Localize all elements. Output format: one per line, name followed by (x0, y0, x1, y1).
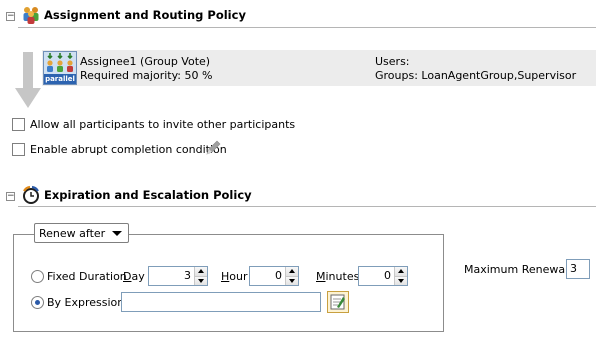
participant-name: Assignee1 (Group Vote) (80, 55, 211, 68)
expiration-section-title: Expiration and Escalation Policy (44, 188, 252, 202)
abrupt-completion-label: Enable abrupt completion condition (30, 143, 227, 156)
expiration-clock-icon (21, 185, 41, 205)
expression-builder-icon (330, 294, 345, 310)
renew-dropdown-label: Renew after (39, 226, 106, 240)
by-expression-label: By Expression (47, 296, 125, 309)
fixed-duration-label: Fixed Duration (47, 270, 127, 283)
hour-value: 0 (275, 269, 282, 282)
flow-down-arrow-icon (13, 52, 43, 110)
parallel-badge: parallel (44, 74, 76, 84)
participant-users: Users: (375, 55, 410, 68)
allow-invite-checkbox[interactable] (12, 118, 25, 131)
people-group-icon (21, 5, 41, 25)
collapse-expiration-icon[interactable]: − (6, 192, 15, 201)
minutes-spinner[interactable]: 0 (358, 266, 408, 286)
abrupt-completion-checkbox[interactable] (12, 143, 25, 156)
chevron-down-icon (112, 230, 123, 236)
max-renewals-label: Maximum Renewals: (464, 263, 578, 276)
allow-invite-label: Allow all participants to invite other p… (30, 118, 296, 131)
participant-groups: Groups: LoanAgentGroup,Supervisor (375, 69, 577, 82)
day-increment-icon[interactable] (195, 267, 207, 276)
day-value: 3 (184, 269, 191, 282)
day-label-rest: ay (131, 270, 145, 283)
minutes-label: Minutes (316, 270, 360, 283)
expression-input[interactable] (121, 292, 321, 312)
participant-majority: Required majority: 50 % (80, 69, 213, 82)
radio-selected-dot (35, 300, 40, 305)
minutes-increment-icon[interactable] (395, 267, 407, 276)
day-spinner[interactable]: 3 (148, 266, 208, 286)
hour-increment-icon[interactable] (286, 267, 298, 276)
expiration-divider (18, 206, 596, 207)
minutes-decrement-icon[interactable] (395, 275, 407, 285)
day-decrement-icon[interactable] (195, 275, 207, 285)
by-expression-radio[interactable] (31, 296, 44, 309)
edit-pencil-icon[interactable] (204, 139, 222, 157)
max-renewals-input[interactable]: 3 (566, 259, 590, 279)
minutes-label-rest: inutes (325, 270, 360, 283)
renew-dropdown[interactable]: Renew after (34, 223, 130, 243)
group-vote-icon: parallel (43, 51, 77, 85)
collapse-assignment-icon[interactable]: − (6, 12, 15, 21)
hour-label: Hour (221, 270, 248, 283)
day-label: Day (123, 270, 145, 283)
hour-decrement-icon[interactable] (286, 275, 298, 285)
hour-label-rest: our (229, 270, 248, 283)
assignment-divider (18, 27, 596, 28)
minutes-value: 0 (384, 269, 391, 282)
fixed-duration-radio[interactable] (31, 270, 44, 283)
assignment-section-title: Assignment and Routing Policy (44, 8, 246, 22)
expression-builder-button[interactable] (327, 291, 349, 313)
hour-spinner[interactable]: 0 (249, 266, 299, 286)
